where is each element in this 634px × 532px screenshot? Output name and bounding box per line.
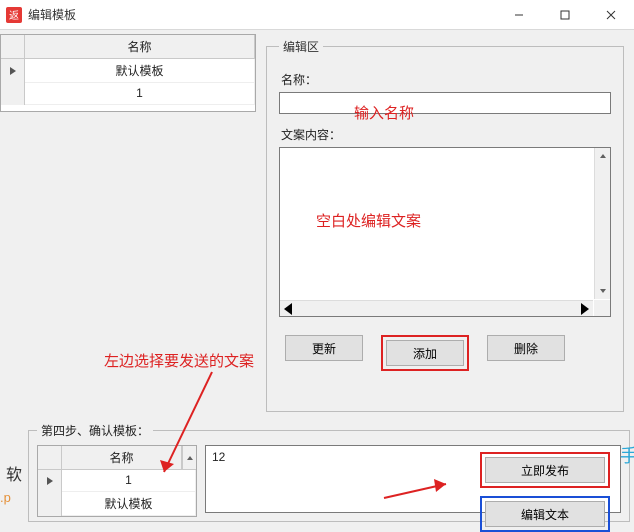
publish-highlight: 立即发布 [480, 452, 610, 488]
grid-cell[interactable]: 默认模板 [25, 59, 255, 83]
maximize-button[interactable] [542, 0, 588, 29]
row-selector-icon [10, 67, 16, 75]
vertical-scrollbar[interactable] [594, 148, 610, 299]
window-title: 编辑模板 [28, 6, 496, 23]
minimize-button[interactable] [496, 0, 542, 29]
row-selector-icon [47, 477, 53, 485]
content-label: 文案内容： [281, 126, 611, 143]
step-grid-wrap: 名称 1 默认模板 [37, 445, 197, 513]
content-textarea[interactable] [279, 147, 611, 317]
right-pane: 编辑区 名称： 文案内容： 更新 [260, 30, 634, 420]
scroll-up-icon[interactable] [595, 148, 610, 164]
chevron-up-icon[interactable] [182, 446, 196, 469]
table-row[interactable]: 默认模板 [1, 59, 255, 83]
button-row: 更新 添加 删除 [279, 335, 611, 371]
horizontal-scrollbar[interactable] [280, 300, 593, 316]
table-row[interactable]: 默认模板 [38, 492, 196, 516]
template-grid[interactable]: 名称 默认模板 1 [0, 34, 256, 112]
step-grid[interactable]: 名称 1 默认模板 [37, 445, 197, 517]
edit-text-highlight: 编辑文本 [480, 496, 610, 532]
titlebar: 返 编辑模板 [0, 0, 634, 30]
name-input[interactable] [279, 92, 611, 114]
table-row[interactable]: 1 [38, 470, 196, 492]
app-icon: 返 [6, 7, 22, 23]
grid-cell[interactable]: 默认模板 [62, 492, 196, 516]
step-content-text: 12 [212, 450, 225, 464]
scroll-corner [594, 300, 610, 316]
step4-groupbox: 第四步、确认模板： 名称 1 默认模板 [28, 422, 630, 522]
step-grid-header: 名称 [62, 446, 182, 469]
left-pane: 名称 默认模板 1 [0, 30, 260, 420]
window-buttons [496, 0, 634, 29]
step-content-box[interactable]: 12 立即发布 编辑文本 [205, 445, 621, 513]
name-label: 名称： [281, 71, 611, 88]
grid-header-name: 名称 [25, 35, 255, 58]
table-row[interactable]: 1 [1, 83, 255, 105]
scroll-track-h[interactable] [296, 301, 577, 316]
scroll-down-icon[interactable] [595, 283, 610, 299]
close-button[interactable] [588, 0, 634, 29]
edit-group-legend: 编辑区 [279, 38, 323, 55]
edit-groupbox: 编辑区 名称： 文案内容： 更新 [266, 38, 624, 412]
delete-button[interactable]: 删除 [487, 335, 565, 361]
add-button[interactable]: 添加 [386, 340, 464, 366]
cropped-text-right: 手 [620, 440, 634, 470]
step-buttons: 立即发布 编辑文本 [480, 452, 610, 532]
publish-button[interactable]: 立即发布 [485, 457, 605, 483]
grid-cell[interactable]: 1 [62, 470, 196, 492]
scroll-left-icon[interactable] [280, 301, 296, 316]
update-button[interactable]: 更新 [285, 335, 363, 361]
add-button-highlight: 添加 [381, 335, 469, 371]
scroll-track[interactable] [595, 164, 610, 283]
bottom-area: 软 第四步、确认模板： 名称 1 默认模板 [0, 420, 634, 526]
step4-legend: 第四步、确认模板： [37, 422, 153, 439]
cropped-text-left2: .p [0, 490, 26, 505]
cropped-text-left: 软 [0, 420, 28, 526]
edit-text-button[interactable]: 编辑文本 [485, 501, 605, 527]
main-area: 名称 默认模板 1 编辑区 名称： 文案内容： [0, 30, 634, 420]
scroll-right-icon[interactable] [577, 301, 593, 316]
grid-header: 名称 [1, 35, 255, 59]
grid-cell[interactable]: 1 [25, 83, 255, 105]
